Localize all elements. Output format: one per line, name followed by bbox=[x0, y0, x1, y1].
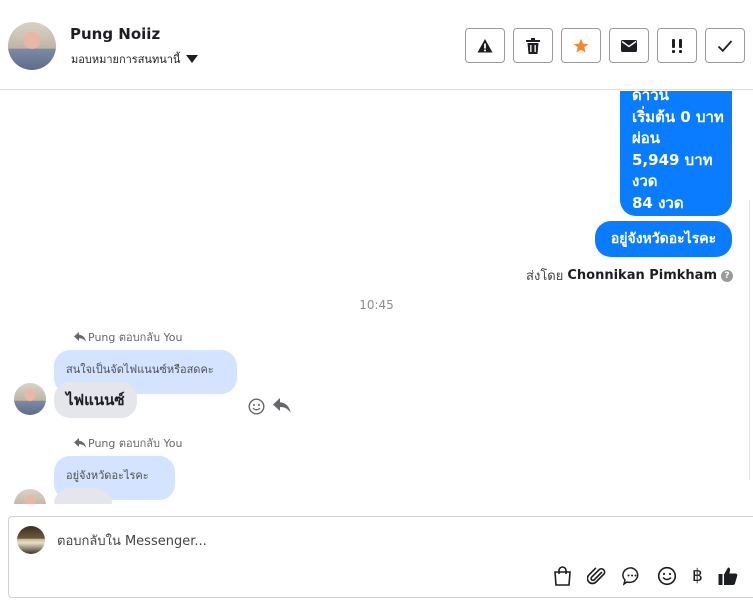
like-button[interactable] bbox=[718, 566, 738, 586]
reply-input[interactable] bbox=[57, 531, 537, 551]
emoji-icon bbox=[657, 566, 677, 586]
message-line: ดาวน์ bbox=[632, 91, 669, 104]
caret-down-icon[interactable] bbox=[186, 55, 199, 63]
message-line: 84 งวด bbox=[632, 193, 684, 212]
sender-avatar[interactable] bbox=[14, 383, 46, 415]
incoming-message[interactable] bbox=[54, 488, 112, 504]
checkmark-icon bbox=[717, 39, 733, 52]
outgoing-message[interactable]: ดาวน์ เริ่มต้น 0 บาท ผ่อน 5,949 บาท งวด … bbox=[620, 91, 732, 216]
message-line: เริ่มต้น 0 บาท bbox=[632, 107, 724, 126]
emoji-button[interactable] bbox=[657, 566, 677, 586]
sent-by-label: ส่งโดย bbox=[526, 269, 564, 284]
reply-header-text: Pung ตอบกลับ You bbox=[88, 437, 183, 450]
star-icon bbox=[573, 38, 589, 53]
sent-by-info: ส่งโดย Chonnikan Pimkham ? bbox=[526, 265, 733, 286]
message-thread[interactable]: ดาวน์ เริ่มต้น 0 บาท ผ่อน 5,949 บาท งวด … bbox=[0, 91, 753, 504]
incoming-message[interactable]: ไฟแนนซ์ bbox=[54, 382, 137, 418]
composer-toolbar: ฿ bbox=[553, 565, 738, 587]
paperclip-icon bbox=[587, 567, 606, 585]
message-line: งวด bbox=[632, 172, 658, 190]
reply-header-text: Pung ตอบกลับ You bbox=[88, 331, 183, 344]
mark-unread-button[interactable] bbox=[609, 28, 649, 63]
contact-avatar[interactable] bbox=[8, 22, 56, 70]
chat-bubble-icon bbox=[622, 567, 639, 586]
header-toolbar bbox=[465, 28, 745, 63]
page-avatar bbox=[17, 526, 45, 554]
delete-button[interactable] bbox=[513, 28, 553, 63]
reply-button[interactable] bbox=[273, 398, 291, 415]
smiley-icon bbox=[248, 398, 265, 415]
contact-name[interactable]: Pung Noiiz bbox=[70, 25, 160, 43]
reply-header: Pung ตอบกลับ You bbox=[74, 328, 182, 346]
message-timestamp: 10:45 bbox=[359, 298, 394, 312]
products-button[interactable] bbox=[553, 566, 572, 586]
message-actions bbox=[248, 398, 291, 415]
side-panel-edge bbox=[749, 200, 753, 480]
important-button[interactable] bbox=[657, 28, 697, 63]
mark-done-button[interactable] bbox=[705, 28, 745, 63]
react-button[interactable] bbox=[248, 398, 265, 415]
shopping-bag-icon bbox=[554, 566, 571, 586]
reply-arrow-icon bbox=[74, 332, 86, 342]
reply-icon bbox=[273, 398, 291, 413]
thumbs-up-icon bbox=[718, 567, 738, 585]
assign-conversation[interactable]: มอบหมายการสนทนานี้ bbox=[71, 50, 199, 68]
message-line: 5,949 บาท bbox=[632, 150, 713, 169]
envelope-icon bbox=[621, 39, 637, 52]
reply-composer: ฿ bbox=[8, 516, 753, 598]
attach-button[interactable] bbox=[587, 566, 607, 586]
saved-replies-button[interactable] bbox=[622, 566, 642, 586]
sender-name: Chonnikan Pimkham bbox=[567, 268, 717, 283]
mark-spam-button[interactable] bbox=[465, 28, 505, 63]
assign-label: มอบหมายการสนทนานี้ bbox=[71, 53, 181, 66]
reply-arrow-icon bbox=[74, 438, 86, 448]
reply-header: Pung ตอบกลับ You bbox=[74, 434, 182, 452]
help-icon[interactable]: ? bbox=[721, 269, 733, 282]
conversation-header: Pung Noiiz มอบหมายการสนทนานี้ bbox=[0, 0, 753, 90]
warning-icon bbox=[477, 38, 493, 52]
sender-avatar[interactable] bbox=[14, 489, 46, 504]
star-button[interactable] bbox=[561, 28, 601, 63]
outgoing-message[interactable]: อยู่จังหวัดอะไรคะ bbox=[595, 221, 732, 257]
payment-button[interactable]: ฿ bbox=[692, 565, 703, 587]
double-exclamation-icon bbox=[672, 38, 682, 53]
trash-icon bbox=[526, 37, 540, 54]
message-line: ผ่อน bbox=[632, 129, 661, 147]
